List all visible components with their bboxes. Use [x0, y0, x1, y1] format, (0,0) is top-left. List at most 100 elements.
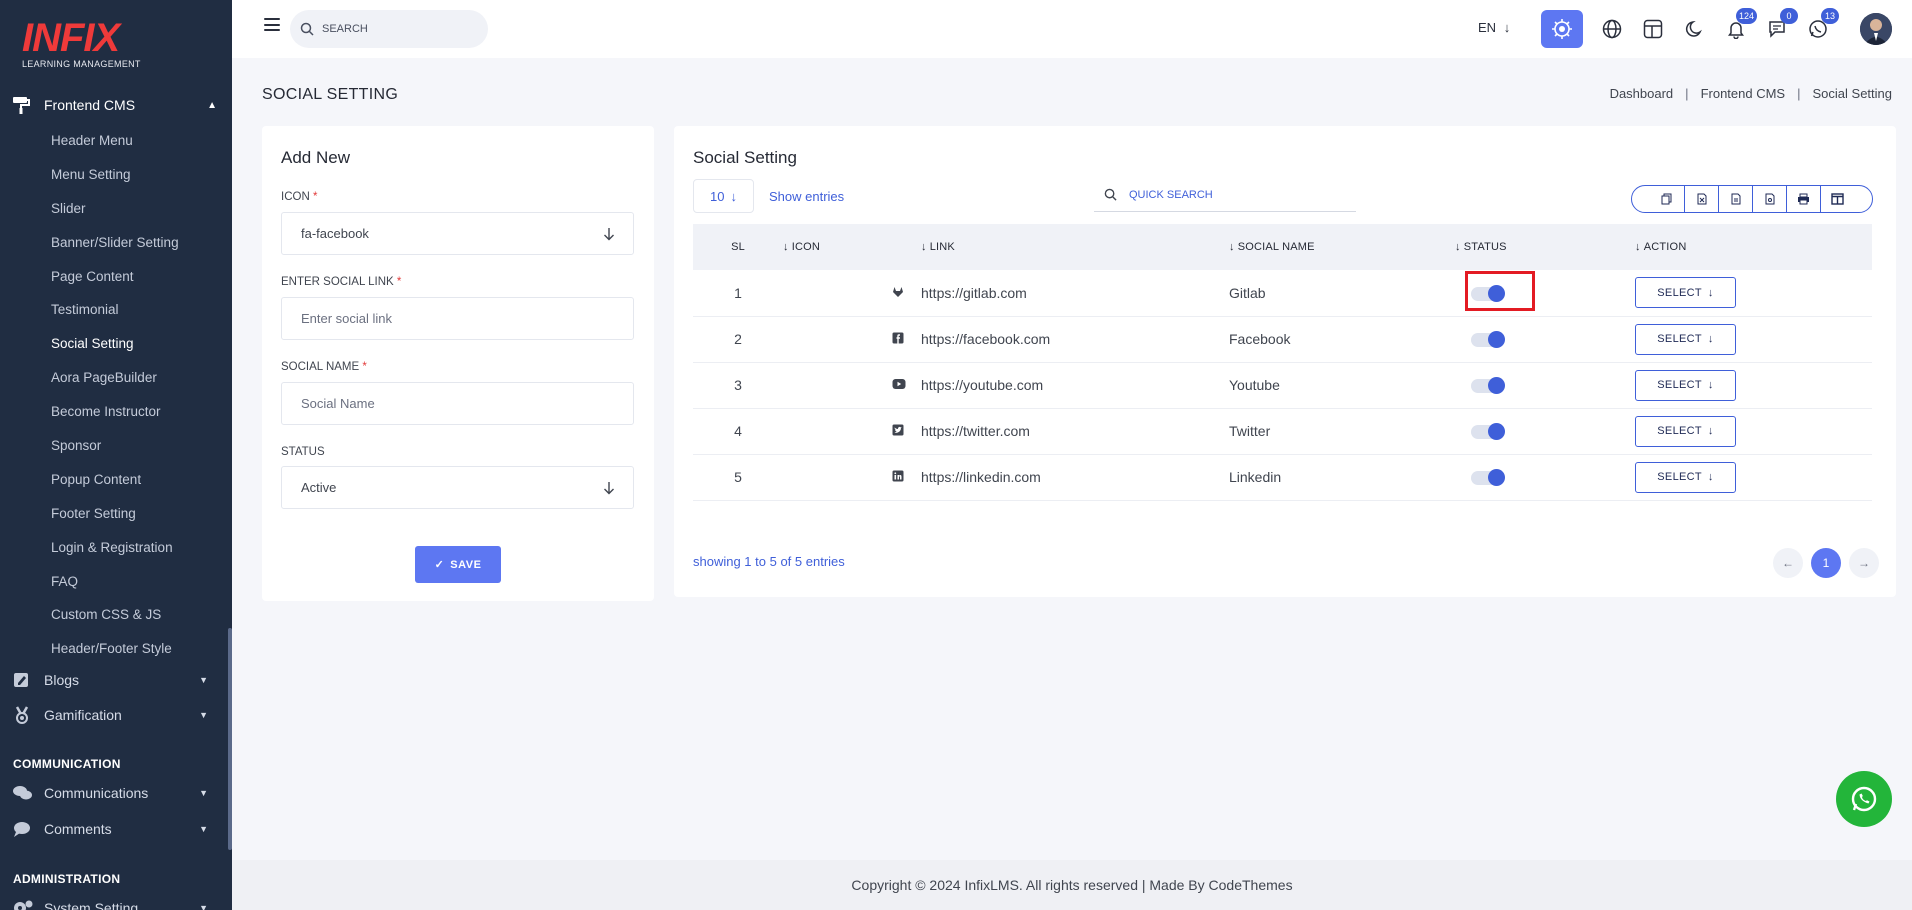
sidebar: INFIX LEARNING MANAGEMENT Frontend CMS ▲… [0, 0, 232, 910]
messages-button[interactable]: 0 [1760, 8, 1798, 46]
sidebar-item-system-setting[interactable]: System Setting ▼ [0, 896, 232, 910]
language-selector[interactable]: EN ↓ [1478, 20, 1510, 35]
dashboard-shortcut-button[interactable] [1541, 10, 1583, 48]
social-link-field[interactable] [281, 297, 634, 340]
icon-select[interactable]: fa-facebook [281, 212, 634, 255]
sidebar-item-label: Blogs [44, 672, 80, 688]
file-pdf-icon [1765, 193, 1774, 205]
row-icon-cell [783, 362, 921, 408]
sidebar-item-blogs[interactable]: Blogs ▼ [0, 668, 232, 692]
excel-button[interactable] [1684, 186, 1718, 212]
avatar[interactable] [1860, 13, 1892, 45]
columns-button[interactable] [1820, 186, 1854, 212]
hamburger-icon[interactable] [264, 18, 280, 32]
columns-icon [1831, 193, 1844, 205]
add-new-card: Add New ICON * fa-facebook ENTER SOCIAL … [262, 126, 654, 601]
sidebar-item-banner-slider-setting[interactable]: Banner/Slider Setting [51, 226, 179, 260]
sidebar-item-menu-setting[interactable]: Menu Setting [51, 158, 179, 192]
select-action-button[interactable]: SELECT ↓ [1635, 277, 1736, 309]
gitlab-icon [893, 286, 903, 297]
column-header-action[interactable]: ↓ ACTION [1635, 224, 1872, 270]
sidebar-item-slider[interactable]: Slider [51, 192, 179, 226]
sidebar-item-header-menu[interactable]: Header Menu [51, 124, 179, 158]
website-button[interactable] [1595, 12, 1629, 46]
sidebar-item-footer-setting[interactable]: Footer Setting [51, 497, 179, 531]
next-page-button[interactable]: → [1849, 548, 1879, 578]
file-text-icon [1731, 193, 1740, 205]
row-status-cell [1455, 362, 1635, 408]
sidebar-item-communications[interactable]: Communications ▼ [0, 781, 232, 805]
arrow-down-icon [604, 228, 614, 241]
search-input[interactable] [322, 23, 462, 35]
status-toggle[interactable] [1471, 469, 1505, 487]
sidebar-item-comments[interactable]: Comments ▼ [0, 817, 232, 841]
sidebar-item-header-footer-style[interactable]: Header/Footer Style [51, 632, 179, 666]
breadcrumb: Dashboard | Frontend CMS | Social Settin… [1610, 86, 1892, 101]
breadcrumb-frontend-cms[interactable]: Frontend CMS [1701, 86, 1786, 101]
table-row: 1 https://gitlab.com Gitlab SELECT ↓ [693, 270, 1872, 316]
status-select[interactable]: Active [281, 466, 634, 509]
breadcrumb-dashboard[interactable]: Dashboard [1610, 86, 1674, 101]
status-toggle[interactable] [1471, 377, 1505, 395]
logo[interactable]: INFIX LEARNING MANAGEMENT [22, 18, 141, 69]
sidebar-scrollbar[interactable] [228, 628, 232, 850]
caret-down-icon: ▼ [199, 675, 208, 685]
arrow-down-icon [604, 482, 614, 495]
select-action-button[interactable]: SELECT ↓ [1635, 415, 1736, 447]
dark-mode-toggle[interactable] [1678, 12, 1712, 46]
sidebar-item-custom-css-js[interactable]: Custom CSS & JS [51, 598, 179, 632]
column-header-icon[interactable]: ↓ ICON [783, 224, 921, 270]
quick-search[interactable] [1094, 178, 1356, 212]
row-icon-cell [783, 270, 921, 316]
sidebar-item-become-instructor[interactable]: Become Instructor [51, 395, 179, 429]
copy-button[interactable] [1650, 186, 1684, 212]
sidebar-item-login-registration[interactable]: Login & Registration [51, 531, 179, 565]
user-avatar-icon [1860, 13, 1892, 45]
row-social-name: Linkedin [1229, 469, 1282, 485]
sidebar-item-label: Gamification [44, 707, 122, 723]
breadcrumb-social-setting[interactable]: Social Setting [1813, 86, 1893, 101]
sidebar-item-page-content[interactable]: Page Content [51, 260, 179, 294]
row-status-cell [1455, 408, 1635, 454]
social-link-input[interactable] [301, 311, 601, 326]
page-button[interactable]: 1 [1811, 548, 1841, 578]
table-row: 4 https://twitter.com Twitter SELECT ↓ [693, 408, 1872, 454]
sidebar-item-testimonial[interactable]: Testimonial [51, 293, 179, 327]
previous-page-button[interactable]: ← [1773, 548, 1803, 578]
whatsapp-chat-button[interactable] [1836, 771, 1892, 827]
row-link: https://twitter.com [921, 423, 1030, 439]
global-search[interactable] [290, 10, 488, 48]
topbar: EN ↓ 124 [232, 0, 1912, 58]
csv-button[interactable] [1718, 186, 1752, 212]
save-button[interactable]: ✓ SAVE [415, 546, 501, 583]
layout-button[interactable] [1636, 12, 1670, 46]
select-action-button[interactable]: SELECT ↓ [1635, 369, 1736, 401]
row-link: https://gitlab.com [921, 284, 1027, 301]
social-name-field[interactable] [281, 382, 634, 425]
sidebar-item-aora-pagebuilder[interactable]: Aora PageBuilder [51, 361, 179, 395]
sidebar-item-frontend-cms[interactable]: Frontend CMS ▲ [12, 94, 217, 116]
print-button[interactable] [1786, 186, 1820, 212]
pdf-button[interactable] [1752, 186, 1786, 212]
social-name-input[interactable] [301, 396, 601, 411]
column-header-social-name[interactable]: ↓ SOCIAL NAME [1229, 224, 1455, 270]
chat-button[interactable]: 13 [1801, 8, 1839, 46]
column-header-status[interactable]: ↓ STATUS [1455, 224, 1635, 270]
sidebar-item-faq[interactable]: FAQ [51, 565, 179, 599]
entries-select[interactable]: 10 ↓ [693, 179, 754, 213]
select-action-button[interactable]: SELECT ↓ [1635, 461, 1736, 493]
column-header-link[interactable]: ↓ LINK [921, 224, 1229, 270]
status-toggle[interactable] [1471, 423, 1505, 441]
sidebar-item-social-setting[interactable]: Social Setting [51, 327, 179, 361]
select-action-button[interactable]: SELECT ↓ [1635, 323, 1736, 355]
column-header-sl[interactable]: SL [693, 224, 783, 270]
moon-icon [1685, 20, 1702, 37]
sidebar-item-gamification[interactable]: Gamification ▼ [0, 703, 232, 727]
sidebar-item-sponsor[interactable]: Sponsor [51, 429, 179, 463]
sidebar-item-popup-content[interactable]: Popup Content [51, 463, 179, 497]
layout-icon [1643, 19, 1663, 39]
quick-search-input[interactable] [1129, 188, 1329, 201]
row-action-cell: SELECT ↓ [1635, 454, 1872, 500]
notifications-button[interactable]: 124 [1719, 8, 1757, 46]
status-toggle[interactable] [1471, 331, 1505, 349]
